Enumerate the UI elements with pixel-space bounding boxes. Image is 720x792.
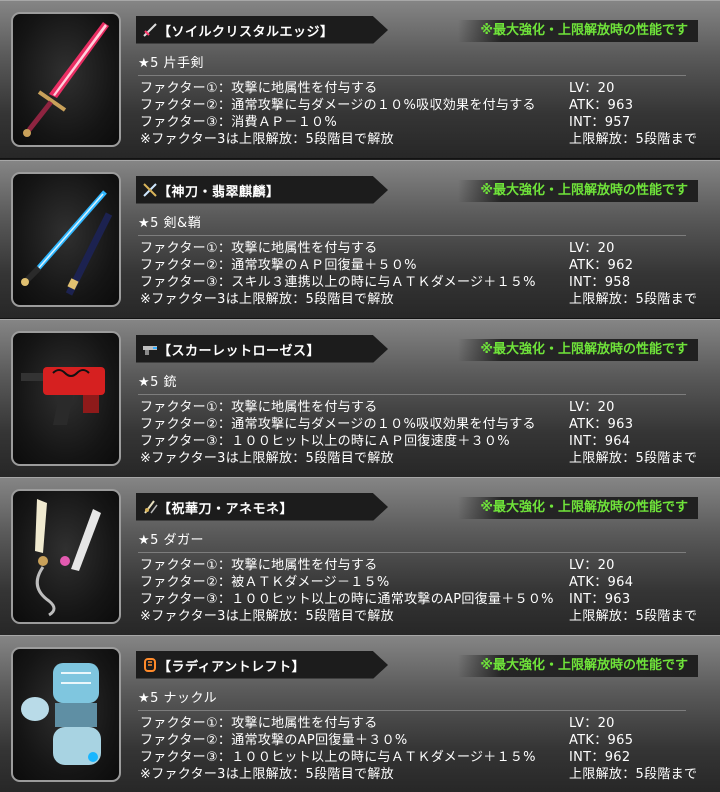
weapon-rarity-type: ★5 ナックル	[138, 691, 218, 706]
stat-list: LV：20 ATK：964 INT：963 上限解放：5段階まで	[569, 557, 697, 625]
stat-int: INT：963	[569, 592, 631, 607]
weapon-name: 【ラディアントレフト】	[158, 660, 306, 675]
weapon-card: 【ソイルクリスタルエッジ】 ※最大強化・上限解放時の性能です ★5 片手剣 ファ…	[0, 0, 720, 159]
factor-1: ファクター①：攻撃に地属性を付与する	[140, 241, 378, 256]
weapon-title-bar: 【祝華刀・アネモネ】	[136, 493, 388, 521]
factor-3: ファクター③：１００ヒット以上の時に与ＡＴＫダメージ＋１５%	[140, 750, 536, 765]
factor-2: ファクター②：被ＡＴＫダメージ－１５%	[140, 575, 390, 590]
stat-limit-break: 上限解放：5段階まで	[569, 292, 698, 307]
weapon-title-bar: 【ソイルクリスタルエッジ】	[136, 16, 388, 44]
factor-3: ファクター③：１００ヒット以上の時にＡＰ回復速度＋３０%	[140, 434, 510, 449]
crystal-gauntlet-icon	[11, 647, 121, 782]
weapon-name: 【祝華刀・アネモネ】	[158, 502, 294, 517]
stat-int: INT：957	[569, 115, 631, 130]
factor-note: ※ファクター3は上限解放：5段階目で解放	[140, 767, 394, 782]
weapon-rarity-type: ★5 ダガー	[138, 533, 205, 548]
factor-note: ※ファクター3は上限解放：5段階目で解放	[140, 451, 394, 466]
sword-and-sheath-icon	[141, 181, 159, 199]
weapon-name: 【スカーレットローゼス】	[158, 344, 321, 359]
factor-note: ※ファクター3は上限解放：5段階目で解放	[140, 132, 394, 147]
stat-list: LV：20 ATK：965 INT：962 上限解放：5段階まで	[569, 715, 697, 783]
weapon-name: 【ソイルクリスタルエッジ】	[158, 25, 334, 40]
weapon-list: 【ソイルクリスタルエッジ】 ※最大強化・上限解放時の性能です ★5 片手剣 ファ…	[0, 0, 720, 792]
knuckle-icon	[141, 656, 159, 674]
factor-2: ファクター②：通常攻撃に与ダメージの１０%吸収効果を付与する	[140, 417, 536, 432]
stat-atk: ATK：965	[569, 733, 634, 748]
stat-limit-break: 上限解放：5段階まで	[569, 609, 698, 624]
factor-list: ファクター①：攻撃に地属性を付与する ファクター②：通常攻撃のＡＰ回復量＋５０%…	[140, 240, 536, 308]
weapon-rarity-type: ★5 剣&鞘	[138, 216, 202, 231]
factor-list: ファクター①：攻撃に地属性を付与する ファクター②：通常攻撃に与ダメージの１０%…	[140, 399, 536, 467]
divider	[138, 710, 686, 711]
stat-int: INT：958	[569, 275, 631, 290]
factor-note: ※ファクター3は上限解放：5段階目で解放	[140, 609, 394, 624]
factor-2: ファクター②：通常攻撃に与ダメージの１０%吸収効果を付与する	[140, 98, 536, 113]
max-performance-note: ※最大強化・上限解放時の性能です	[458, 655, 698, 677]
factor-1: ファクター①：攻撃に地属性を付与する	[140, 558, 378, 573]
weapon-card: 【神刀・翡翠麒麟】 ※最大強化・上限解放時の性能です ★5 剣&鞘 ファクター①…	[0, 160, 720, 319]
factor-3: ファクター③：スキル３連携以上の時に与ＡＴＫダメージ＋１５%	[140, 275, 536, 290]
factor-2: ファクター②：通常攻撃のAP回復量＋３０%	[140, 733, 408, 748]
divider	[138, 235, 686, 236]
divider	[138, 75, 686, 76]
stat-level: LV：20	[569, 241, 615, 256]
max-performance-note: ※最大強化・上限解放時の性能です	[458, 180, 698, 202]
factor-1: ファクター①：攻撃に地属性を付与する	[140, 716, 378, 731]
max-performance-note: ※最大強化・上限解放時の性能です	[458, 20, 698, 42]
stat-level: LV：20	[569, 558, 615, 573]
stat-level: LV：20	[569, 716, 615, 731]
katana-and-sheath-icon	[11, 172, 121, 307]
stat-atk: ATK：962	[569, 258, 634, 273]
factor-1: ファクター①：攻撃に地属性を付与する	[140, 81, 378, 96]
divider	[138, 394, 686, 395]
factor-list: ファクター①：攻撃に地属性を付与する ファクター②：通常攻撃のAP回復量＋３０%…	[140, 715, 536, 783]
weapon-title-bar: 【神刀・翡翠麒麟】	[136, 176, 388, 204]
stat-limit-break: 上限解放：5段階まで	[569, 767, 698, 782]
weapon-rarity-type: ★5 片手剣	[138, 56, 205, 71]
stat-list: LV：20 ATK：963 INT：964 上限解放：5段階まで	[569, 399, 697, 467]
factor-3: ファクター③：消費ＡＰ－１０%	[140, 115, 337, 130]
factor-3: ファクター③：１００ヒット以上の時に通常攻撃のAP回復量＋５０%	[140, 592, 554, 607]
stat-list: LV：20 ATK：962 INT：958 上限解放：5段階まで	[569, 240, 697, 308]
weapon-card: 【スカーレットローゼス】 ※最大強化・上限解放時の性能です ★5 銃 ファクター…	[0, 319, 720, 478]
stat-level: LV：20	[569, 81, 615, 96]
max-performance-note: ※最大強化・上限解放時の性能です	[458, 497, 698, 519]
weapon-title-bar: 【ラディアントレフト】	[136, 651, 388, 679]
stat-level: LV：20	[569, 400, 615, 415]
divider	[138, 552, 686, 553]
stat-atk: ATK：963	[569, 98, 634, 113]
factor-list: ファクター①：攻撃に地属性を付与する ファクター②：被ＡＴＫダメージ－１５% フ…	[140, 557, 554, 625]
weapon-name: 【神刀・翡翠麒麟】	[158, 185, 280, 200]
weapon-title-bar: 【スカーレットローゼス】	[136, 335, 388, 363]
sword-icon	[141, 21, 159, 39]
stat-int: INT：962	[569, 750, 631, 765]
weapon-rarity-type: ★5 銃	[138, 375, 178, 390]
factor-2: ファクター②：通常攻撃のＡＰ回復量＋５０%	[140, 258, 417, 273]
stat-atk: ATK：963	[569, 417, 634, 432]
factor-1: ファクター①：攻撃に地属性を付与する	[140, 400, 378, 415]
gun-icon	[141, 340, 159, 358]
max-performance-note: ※最大強化・上限解放時の性能です	[458, 339, 698, 361]
factor-note: ※ファクター3は上限解放：5段階目で解放	[140, 292, 394, 307]
stat-limit-break: 上限解放：5段階まで	[569, 451, 698, 466]
twin-daggers-icon	[11, 489, 121, 624]
factor-list: ファクター①：攻撃に地属性を付与する ファクター②：通常攻撃に与ダメージの１０%…	[140, 80, 536, 148]
stat-limit-break: 上限解放：5段階まで	[569, 132, 698, 147]
stat-list: LV：20 ATK：963 INT：957 上限解放：5段階まで	[569, 80, 697, 148]
weapon-card: 【祝華刀・アネモネ】 ※最大強化・上限解放時の性能です ★5 ダガー ファクター…	[0, 477, 720, 636]
crystal-sword-icon	[11, 12, 121, 147]
rose-gun-icon	[11, 331, 121, 466]
weapon-card: 【ラディアントレフト】 ※最大強化・上限解放時の性能です ★5 ナックル ファク…	[0, 635, 720, 792]
stat-atk: ATK：964	[569, 575, 634, 590]
dagger-icon	[141, 498, 159, 516]
stat-int: INT：964	[569, 434, 631, 449]
